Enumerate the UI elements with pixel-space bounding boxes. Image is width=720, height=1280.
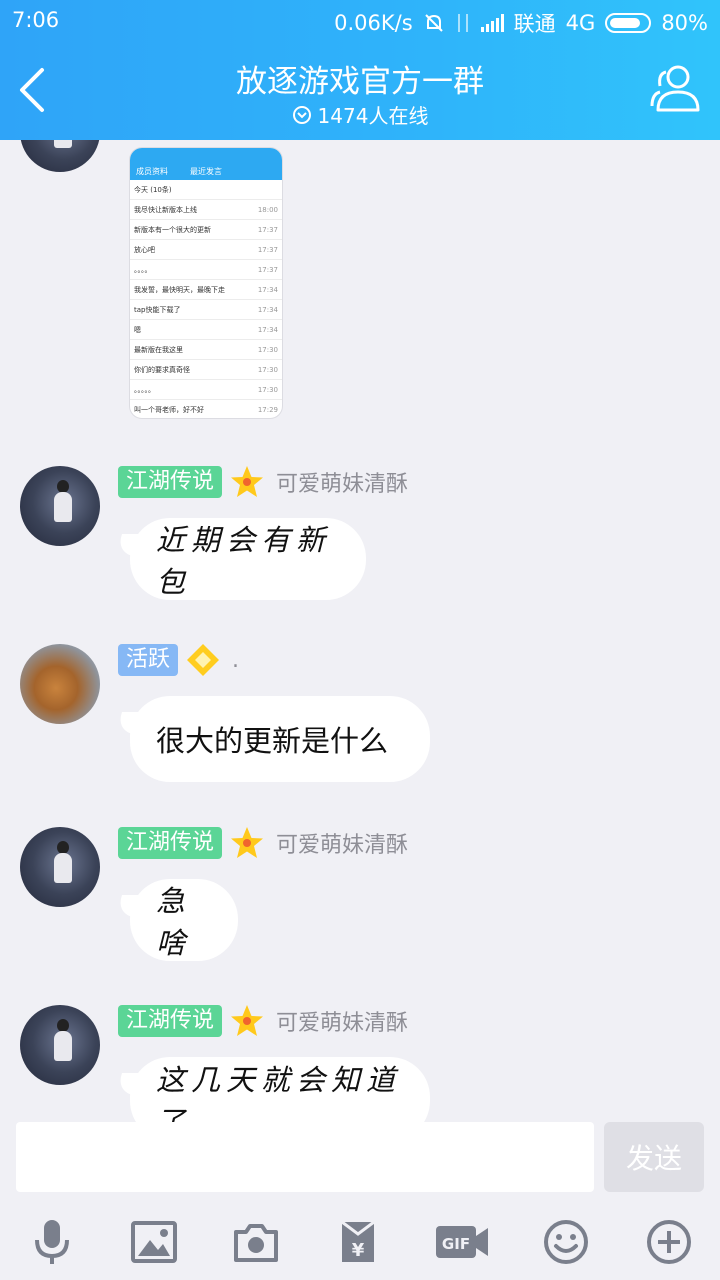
image-row-text: 。。。。。 [134, 385, 155, 394]
image-row: 你们的要求真奇怪 17:30 [130, 360, 282, 380]
red-packet-icon[interactable]: ¥ [334, 1218, 382, 1266]
image-row-time: 18:00 [257, 205, 278, 214]
rank-badge: 江湖传说 [118, 827, 223, 859]
image-row: tap快能下载了 17:34 [130, 300, 282, 320]
sender-info: 活跃 . [118, 644, 239, 676]
image-row: 我发誓，最快明天，最晚下走 17:34 [130, 280, 282, 300]
rank-badge: 江湖传说 [118, 1005, 223, 1037]
sender-name[interactable]: 可爱萌妹清酥 [276, 827, 408, 859]
avatar[interactable] [20, 140, 100, 172]
input-toolbar: ¥ GIF [0, 1202, 720, 1280]
message-input[interactable] [16, 1122, 594, 1192]
message-bubble[interactable]: 近期会有新包 [130, 518, 366, 600]
online-count-text: 1474人在线 [317, 104, 429, 128]
image-icon[interactable] [130, 1218, 178, 1266]
rank-badge: 活跃 [118, 644, 179, 676]
image-row-text: 今天 (10条) [134, 185, 172, 194]
emoji-icon[interactable] [542, 1218, 590, 1266]
image-message[interactable]: 成员资料 最近发言 今天 (10条) 我尽快让新版本上线 18:00 新版本有一个很大… [130, 148, 282, 418]
svg-text:¥: ¥ [352, 1240, 365, 1261]
sender-name[interactable]: 可爱萌妹清酥 [276, 1005, 408, 1037]
diamond-icon [187, 644, 220, 676]
avatar[interactable] [20, 644, 100, 724]
image-row-text: 嗯 [134, 325, 141, 334]
image-row-time: 17:30 [257, 385, 278, 394]
message-bubble[interactable]: 很大的更新是什么 [130, 696, 430, 782]
image-row-text: 。。。。 [134, 265, 152, 274]
image-row: 嗯 17:34 [130, 320, 282, 340]
sender-name[interactable]: . [232, 648, 239, 673]
image-row: 。。。。。 17:30 [130, 380, 282, 400]
mute-bell-icon [424, 14, 443, 32]
sender-info: 江湖传说 可爱萌妹清酥 [118, 466, 408, 498]
group-members-button[interactable] [648, 62, 704, 114]
message-bubble[interactable]: 这几天就会知道了 [130, 1057, 430, 1122]
image-row: 最新版在我这里 17:30 [130, 340, 282, 360]
star-icon [231, 1005, 264, 1036]
online-count[interactable]: 1474人在线 [0, 100, 720, 129]
image-row-time: 17:34 [257, 305, 278, 314]
status-bar: 7:06 0.06K/s 联通 4G 80% [0, 0, 720, 42]
image-row-time: 17:29 [257, 405, 278, 414]
rank-badge: 江湖传说 [118, 466, 223, 498]
image-header: 成员资料 最近发言 [130, 148, 282, 180]
image-row: 我尽快让新版本上线 18:00 [130, 200, 282, 220]
network-speed: 0.06K/s [334, 11, 413, 35]
chat-list[interactable]: 成员资料 最近发言 今天 (10条) 我尽快让新版本上线 18:00 新版本有一个很大… [0, 140, 720, 1122]
status-indicators: 0.06K/s 联通 4G 80% [334, 8, 708, 38]
image-row-text: 叫一个哥老师，好不好 [134, 405, 204, 414]
network-type: 4G [565, 11, 596, 35]
image-row: 放心吧 17:37 [130, 240, 282, 260]
image-row-text: 我尽快让新版本上线 [134, 205, 197, 214]
image-rows: 今天 (10条) 我尽快让新版本上线 18:00 新版本有一个很大的更新 17:37 放心… [130, 180, 282, 418]
image-row-time: 17:37 [257, 245, 278, 254]
carrier: 联通 [513, 12, 556, 36]
send-button[interactable]: 发送 [604, 1122, 704, 1192]
image-row-text: 最新版在我这里 [134, 345, 183, 354]
image-row: 新版本有一个很大的更新 17:37 [130, 220, 282, 240]
input-bar: 发送 [0, 1122, 720, 1202]
gif-icon[interactable]: GIF [434, 1218, 490, 1266]
avatar[interactable] [20, 466, 100, 546]
sender-info: 江湖传说 可爱萌妹清酥 [118, 827, 408, 859]
image-row-time: 17:34 [257, 285, 278, 294]
status-time: 7:06 [12, 8, 60, 32]
avatar[interactable] [20, 827, 100, 907]
image-row: 。。。。 17:37 [130, 260, 282, 280]
sender-info: 江湖传说 可爱萌妹清酥 [118, 1005, 408, 1037]
camera-icon[interactable] [232, 1218, 280, 1266]
star-icon [231, 466, 264, 497]
image-row-text: 我发誓，最快明天，最晚下走 [134, 285, 225, 294]
image-row-time: 17:34 [257, 325, 278, 334]
battery-level: 80% [661, 11, 708, 35]
signal-icon [480, 14, 504, 32]
image-row-time: 17:37 [257, 225, 278, 234]
group-title[interactable]: 放逐游戏官方一群 [0, 56, 720, 101]
image-row-text: 放心吧 [134, 245, 155, 254]
sender-name[interactable]: 可爱萌妹清酥 [276, 466, 408, 498]
svg-text:GIF: GIF [442, 1235, 470, 1253]
chevron-down-circle-icon [292, 105, 311, 124]
data-transfer-icon [457, 14, 468, 32]
battery-icon [605, 13, 652, 33]
microphone-icon[interactable] [28, 1218, 76, 1266]
star-icon [231, 827, 264, 858]
image-row-time: 17:30 [257, 345, 278, 354]
image-row-text: 你们的要求真奇怪 [134, 365, 190, 374]
image-row: 叫一个哥老师，好不好 17:29 [130, 400, 282, 418]
image-row-text: tap快能下载了 [134, 305, 181, 314]
message-bubble[interactable]: 急啥 [130, 879, 238, 961]
image-row: 今天 (10条) [130, 180, 282, 200]
plus-icon[interactable] [645, 1218, 693, 1266]
image-row-text: 新版本有一个很大的更新 [134, 225, 211, 234]
image-row-time: 17:37 [257, 265, 278, 274]
avatar[interactable] [20, 1005, 100, 1085]
app-header: 7:06 0.06K/s 联通 4G 80% 放逐游戏官方一群 1474人在线 [0, 0, 720, 140]
image-row-time: 17:30 [257, 365, 278, 374]
